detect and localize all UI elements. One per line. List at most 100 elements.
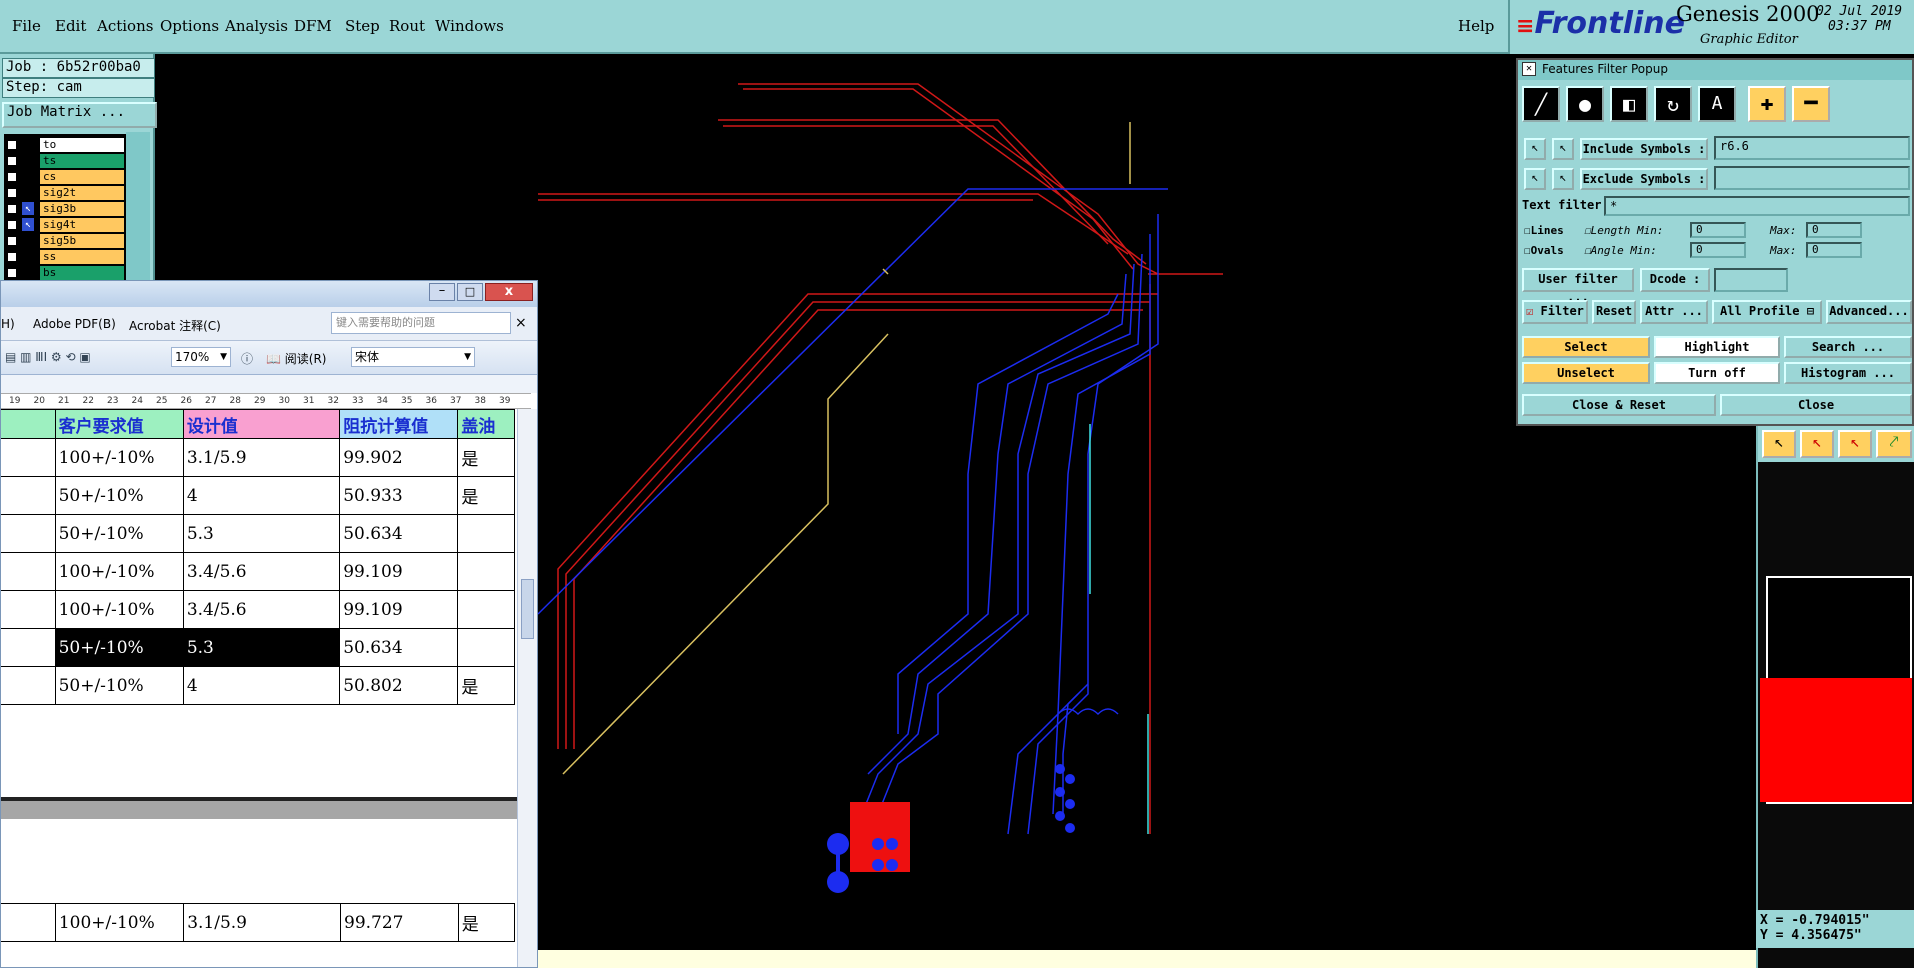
help-search-input[interactable]: 键入需要帮助的问题	[331, 312, 511, 334]
surface-type-icon[interactable]: ◧	[1610, 86, 1648, 122]
menu-dfm[interactable]: DFM	[294, 17, 332, 35]
attr-button[interactable]: Attr ...	[1640, 300, 1708, 324]
layer-checkbox[interactable]	[7, 204, 17, 214]
text-filter-input[interactable]: *	[1604, 196, 1910, 216]
snap-icon[interactable]: ⤤	[1876, 430, 1912, 458]
menu-edit[interactable]: Edit	[55, 17, 86, 35]
ovals-checkbox[interactable]: ☐Ovals	[1524, 244, 1564, 257]
exclude-symbols-button[interactable]: Exclude Symbols :	[1580, 168, 1708, 190]
measure-pointer-icon[interactable]: ↖	[1838, 430, 1872, 458]
job-matrix-button[interactable]: Job Matrix ...	[2, 102, 157, 128]
turn-off-button[interactable]: Turn off	[1654, 362, 1780, 384]
menu-analysis[interactable]: Analysis	[225, 17, 288, 35]
menu-file[interactable]: File	[12, 17, 41, 35]
length-max-input[interactable]: 0	[1806, 222, 1862, 238]
scroll-thumb[interactable]	[521, 579, 534, 639]
layer-row-to[interactable]: to	[4, 138, 124, 153]
histogram-button[interactable]: Histogram ...	[1784, 362, 1912, 384]
menu-help[interactable]: Help	[1458, 17, 1494, 35]
layer-row-sig4t[interactable]: ↖ sig4t	[4, 218, 124, 233]
menu-rout[interactable]: Rout	[389, 17, 425, 35]
pad-type-icon[interactable]: ●	[1566, 86, 1604, 122]
exclude-pick-icon[interactable]: ↖	[1552, 168, 1574, 190]
user-filter-button[interactable]: User filter ...	[1522, 268, 1634, 304]
exclude-symbols-input[interactable]	[1714, 166, 1910, 190]
include-pick-icon[interactable]: ↖	[1552, 138, 1574, 160]
angle-max-input[interactable]: 0	[1806, 242, 1862, 258]
highlight-button[interactable]: Highlight	[1654, 336, 1780, 358]
negative-polarity-icon[interactable]: ━	[1792, 86, 1830, 122]
layer-row-sig5b[interactable]: sig5b	[4, 234, 124, 249]
select-button[interactable]: Select	[1522, 336, 1650, 358]
dcode-button[interactable]: Dcode :	[1640, 268, 1710, 292]
menu-acrobat-comment[interactable]: Acrobat 注释(C)	[129, 317, 221, 334]
trace	[857, 263, 1135, 825]
layer-row-sig2t[interactable]: sig2t	[4, 186, 124, 201]
table-cell: 100+/-10%	[54, 438, 184, 477]
maximize-icon[interactable]: □	[457, 283, 483, 301]
length-min-input[interactable]: 0	[1690, 222, 1746, 238]
menu-help-partial[interactable]: H)	[1, 317, 15, 331]
layer-checkbox[interactable]	[7, 156, 17, 166]
zoom-select[interactable]: 170% ▼	[171, 347, 231, 367]
reset-button[interactable]: Reset	[1592, 300, 1636, 324]
include-arrow-icon[interactable]: ↖	[1524, 138, 1546, 160]
select-pointer-icon[interactable]: ↖	[1800, 430, 1834, 458]
affected-layer-icon[interactable]: ↖	[22, 218, 34, 231]
arc-type-icon[interactable]: ↻	[1654, 86, 1692, 122]
close-icon[interactable]: x	[485, 283, 533, 301]
menu-adobe-pdf[interactable]: Adobe PDF(B)	[33, 317, 116, 331]
filter-toggle[interactable]: ☑ Filter	[1522, 300, 1588, 324]
menu-step[interactable]: Step	[345, 17, 380, 35]
advanced-button[interactable]: Advanced...	[1826, 300, 1912, 324]
minimap[interactable]	[1760, 576, 1912, 804]
layer-checkbox[interactable]	[7, 172, 17, 182]
minimize-icon[interactable]: –	[429, 283, 455, 301]
toolbar-icons[interactable]: ▤ ▥ ⅢⅠ ⚙ ⟲ ▣	[5, 350, 91, 364]
unselect-button[interactable]: Unselect	[1522, 362, 1650, 384]
search-button[interactable]: Search ...	[1784, 336, 1912, 358]
layer-checkbox[interactable]	[7, 140, 17, 150]
positive-polarity-icon[interactable]: ✚	[1748, 86, 1786, 122]
read-mode-button[interactable]: 📖 阅读(R)	[266, 350, 326, 367]
table-row: 100+/-10% 3.1/5.9 99.727 是	[1, 903, 516, 942]
include-symbols-button[interactable]: Include Symbols :	[1580, 138, 1708, 160]
font-select[interactable]: 宋体 ▼	[351, 347, 475, 367]
close-button[interactable]: Close	[1720, 394, 1912, 416]
layer-row-sig3b[interactable]: ↖ sig3b	[4, 202, 124, 217]
popup-menu-icon[interactable]: ✕	[1522, 62, 1536, 76]
layer-row-cs[interactable]: cs	[4, 170, 124, 185]
menu-actions[interactable]: Actions	[97, 17, 153, 35]
via-pad	[1065, 823, 1075, 833]
profile-select[interactable]: All Profile ⊟	[1712, 300, 1822, 324]
close-reset-button[interactable]: Close & Reset	[1522, 394, 1716, 416]
layer-checkbox[interactable]	[7, 236, 17, 246]
document-area[interactable]: 客户要求值 设计值 阻抗计算值 盖油 100+/-10% 3.1/5.9 99.90…	[1, 409, 517, 967]
layer-checkbox[interactable]	[7, 220, 17, 230]
layer-row-ts[interactable]: ts	[4, 154, 124, 169]
affected-layer-icon[interactable]: ↖	[22, 202, 34, 215]
vertical-scrollbar[interactable]	[517, 409, 537, 967]
layer-checkbox[interactable]	[7, 252, 17, 262]
pointer-icon[interactable]: ↖	[1762, 430, 1796, 458]
help-icon[interactable]: ⓘ	[241, 350, 253, 367]
angle-min-input[interactable]: 0	[1690, 242, 1746, 258]
close-doc-icon[interactable]: ×	[515, 315, 527, 331]
include-symbols-input[interactable]: r6.6	[1714, 136, 1910, 160]
layer-checkbox[interactable]	[7, 268, 17, 278]
length-checkbox[interactable]: ☐Length Min:	[1584, 224, 1664, 237]
layer-row-ss[interactable]: ss	[4, 250, 124, 265]
layer-checkbox[interactable]	[7, 188, 17, 198]
menu-options[interactable]: Options	[160, 17, 219, 35]
table-cell: 3.4/5.6	[182, 552, 341, 591]
angle-checkbox[interactable]: ☐Angle Min:	[1584, 244, 1657, 257]
layer-list-scrollbar[interactable]	[126, 132, 150, 282]
dcode-input[interactable]	[1714, 268, 1788, 292]
menu-windows[interactable]: Windows	[435, 17, 504, 35]
exclude-arrow-icon[interactable]: ↖	[1524, 168, 1546, 190]
lines-checkbox[interactable]: ☐Lines	[1524, 224, 1564, 237]
line-type-icon[interactable]: ╱	[1522, 86, 1560, 122]
text-type-icon[interactable]: A	[1698, 86, 1736, 122]
layer-row-bs[interactable]: bs	[4, 266, 124, 281]
table-cell	[457, 514, 515, 553]
